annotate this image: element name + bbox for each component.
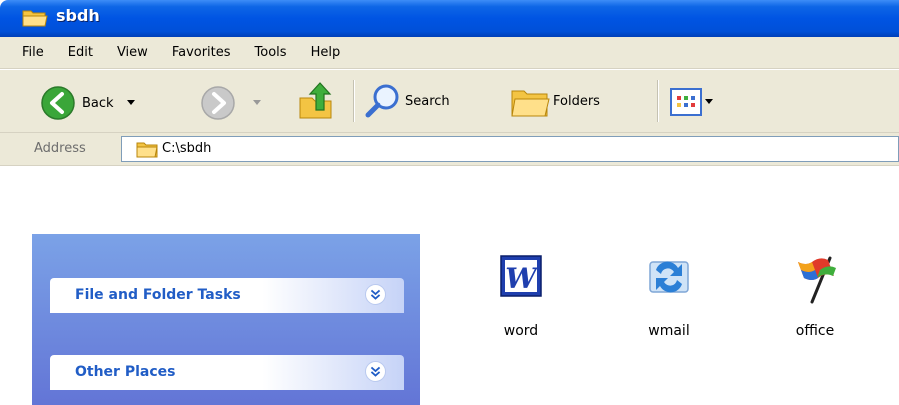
back-button[interactable]: Back [40, 85, 136, 121]
address-bar: Address C:\sbdh [0, 133, 899, 166]
toolbar-separator [657, 80, 659, 122]
back-label: Back [82, 95, 114, 111]
folders-button[interactable]: Folders [509, 82, 600, 120]
window-title: sbdh [56, 6, 100, 25]
views-icon [670, 88, 702, 116]
menu-bar: File Edit View Favorites Tools Help [0, 37, 899, 69]
file-item-office[interactable]: office [770, 252, 860, 339]
file-label: word [503, 323, 539, 339]
folder-icon [136, 142, 158, 158]
folder-icon [22, 10, 48, 27]
task-pane: File and Folder Tasks Other Places [32, 234, 420, 405]
search-icon [365, 84, 399, 118]
folders-icon [511, 90, 550, 117]
other-places-header[interactable]: Other Places [50, 355, 404, 390]
chevron-down-icon[interactable] [704, 98, 714, 106]
address-value: C:\sbdh [162, 141, 212, 156]
group-title: Other Places [75, 364, 176, 380]
word-icon: W [500, 255, 542, 297]
forward-arrow-icon [201, 86, 235, 120]
up-folder-icon [299, 82, 332, 119]
folders-label: Folders [553, 93, 600, 109]
chevron-down-icon[interactable] [126, 99, 136, 107]
address-input[interactable]: C:\sbdh [121, 136, 899, 162]
address-label: Address [34, 141, 86, 156]
file-item-wmail[interactable]: wmail [624, 252, 714, 339]
file-label: office [795, 323, 835, 339]
back-arrow-icon [41, 86, 75, 120]
views-button[interactable] [670, 88, 714, 116]
svg-text:W: W [505, 262, 539, 295]
title-bar[interactable]: sbdh [0, 0, 899, 37]
office-icon [798, 256, 836, 304]
menu-favorites[interactable]: Favorites [160, 37, 243, 69]
wmail-icon [649, 261, 689, 293]
search-button[interactable]: Search [364, 82, 450, 120]
menu-tools[interactable]: Tools [243, 37, 299, 69]
file-label: wmail [648, 323, 690, 339]
file-item-word[interactable]: W word [476, 252, 566, 339]
menu-edit[interactable]: Edit [56, 37, 105, 69]
menu-help[interactable]: Help [299, 37, 353, 69]
menu-view[interactable]: View [105, 37, 160, 69]
file-folder-tasks-header[interactable]: File and Folder Tasks [50, 278, 404, 313]
left-edge [0, 234, 32, 405]
search-label: Search [405, 93, 450, 109]
toolbar: Back Search Folders [0, 70, 899, 133]
group-title: File and Folder Tasks [75, 287, 241, 303]
forward-button[interactable] [200, 85, 262, 121]
chevron-expand-icon[interactable] [365, 361, 386, 382]
toolbar-separator [353, 80, 355, 122]
menu-file[interactable]: File [10, 37, 56, 69]
up-folder-button[interactable] [296, 80, 336, 122]
chevron-expand-icon[interactable] [365, 284, 386, 305]
chevron-down-icon[interactable] [252, 99, 262, 107]
